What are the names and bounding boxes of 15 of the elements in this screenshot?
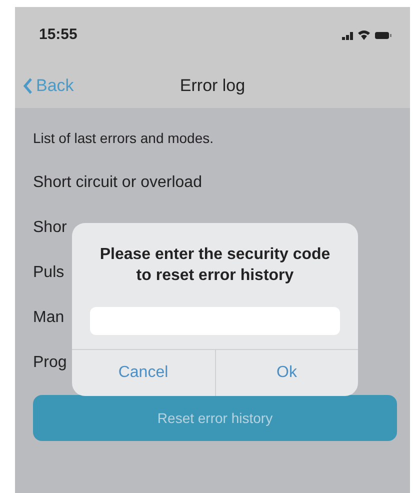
status-icons: [342, 29, 392, 41]
back-button[interactable]: Back: [23, 72, 74, 98]
nav-title: Error log: [180, 74, 246, 97]
error-item: Prog: [33, 352, 67, 372]
chevron-left-icon: [23, 76, 33, 94]
dialog-message: Please enter the security code to reset error history: [98, 245, 332, 286]
dialog-button[interactable]: Ok: [214, 350, 358, 396]
error-item: Shor: [33, 218, 67, 238]
error-item: Man: [33, 308, 64, 328]
error-item: Puls: [33, 262, 64, 282]
status-time: 15:55: [39, 24, 78, 45]
error-item: Short circuit or overload: [33, 172, 202, 192]
intro-text: List of last errors and modes.: [33, 130, 214, 146]
dialog-button[interactable]: Cancel: [72, 350, 214, 396]
reset-history-button[interactable]: Reset error history: [33, 395, 397, 441]
